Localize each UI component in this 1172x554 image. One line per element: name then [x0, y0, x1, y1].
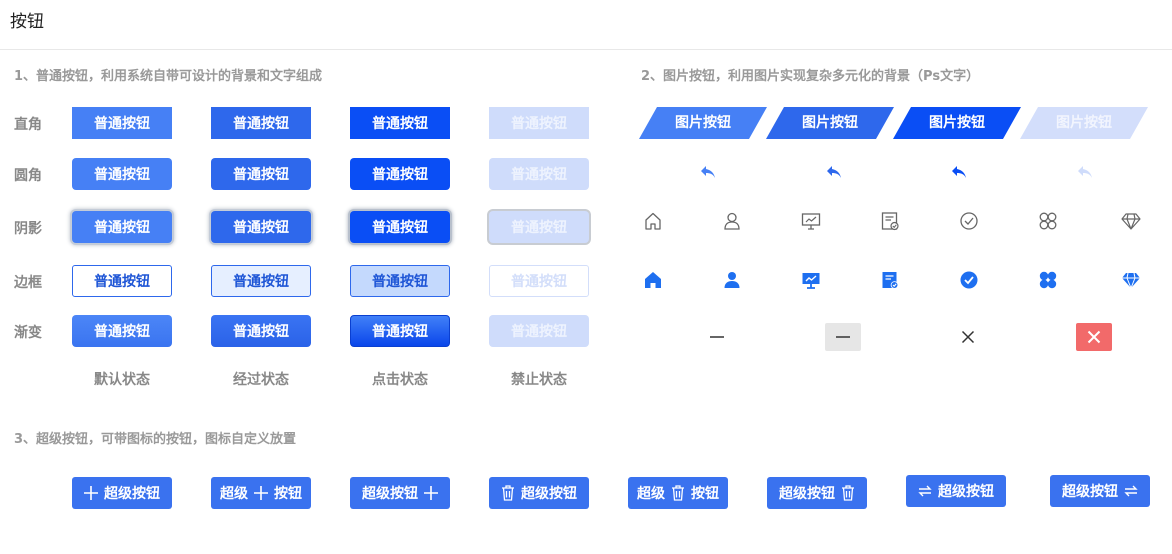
close-button-hover[interactable]: [1076, 323, 1112, 351]
gradient-button-disabled: 普通按钮: [489, 315, 589, 347]
square-button-active[interactable]: 普通按钮: [350, 107, 450, 139]
super-button-label-left: 超级: [637, 486, 665, 502]
state-label-active: 点击状态: [372, 372, 428, 388]
close-icon: [961, 330, 975, 344]
document-check-outline-icon[interactable]: [880, 211, 900, 231]
swap-icon: [918, 485, 932, 497]
swap-icon: [1124, 485, 1138, 497]
shadow-button-hover[interactable]: 普通按钮: [211, 211, 311, 243]
diamond-outline-icon[interactable]: [1121, 211, 1141, 231]
row-label-shadow: 阴影: [14, 221, 42, 237]
gradient-button-active[interactable]: 普通按钮: [350, 315, 450, 347]
super-button-plus-middle[interactable]: 超级 按钮: [211, 477, 311, 509]
image-button-label: 图片按钮: [675, 115, 731, 131]
document-check-filled-icon[interactable]: [880, 270, 900, 290]
minimize-icon: [836, 336, 850, 338]
close-icon: [1087, 330, 1101, 344]
clover-outline-icon[interactable]: [1038, 211, 1058, 231]
super-button-label: 超级按钮: [779, 486, 835, 502]
gradient-button-hover[interactable]: 普通按钮: [211, 315, 311, 347]
trash-icon: [672, 485, 684, 501]
border-button-default[interactable]: 普通按钮: [72, 265, 172, 297]
row-label-gradient: 渐变: [14, 325, 42, 341]
user-outline-icon[interactable]: [722, 211, 742, 231]
monitor-chart-filled-icon[interactable]: [801, 270, 821, 290]
rounded-button-hover[interactable]: 普通按钮: [211, 158, 311, 190]
image-button-default[interactable]: 图片按钮: [639, 107, 767, 139]
super-button-label-right: 按钮: [691, 486, 719, 502]
square-button-default[interactable]: 普通按钮: [72, 107, 172, 139]
reply-arrow-icon: [1078, 166, 1092, 178]
section2-title: 2、图片按钮，利用图片实现复杂多元化的背景（Ps文字）: [641, 69, 980, 84]
plus-icon: [84, 486, 98, 500]
super-button-trash-left[interactable]: 超级按钮: [489, 477, 589, 509]
super-button-plus-left[interactable]: 超级按钮: [72, 477, 172, 509]
shadow-button-disabled: 普通按钮: [489, 211, 589, 243]
image-button-label: 图片按钮: [929, 115, 985, 131]
super-button-label: 超级按钮: [521, 486, 577, 502]
row-label-square: 直角: [14, 117, 42, 133]
rounded-button-default[interactable]: 普通按钮: [72, 158, 172, 190]
super-button-swap-right[interactable]: 超级按钮: [1050, 475, 1150, 507]
state-label-default: 默认状态: [94, 372, 150, 388]
border-button-hover[interactable]: 普通按钮: [211, 265, 311, 297]
minimize-button[interactable]: [699, 323, 735, 351]
reply-arrow-icon[interactable]: [825, 164, 843, 180]
rounded-button-disabled: 普通按钮: [489, 158, 589, 190]
border-button-disabled: 普通按钮: [489, 265, 589, 297]
super-button-label: 超级按钮: [938, 484, 994, 500]
super-button-trash-right[interactable]: 超级按钮: [767, 477, 867, 509]
border-button-active[interactable]: 普通按钮: [350, 265, 450, 297]
user-filled-icon[interactable]: [722, 270, 742, 290]
check-circle-outline-icon[interactable]: [959, 211, 979, 231]
check-circle-filled-icon[interactable]: [959, 270, 979, 290]
minimize-icon: [710, 336, 724, 338]
plus-icon: [254, 486, 268, 500]
super-button-label: 超级按钮: [362, 486, 418, 502]
super-button-plus-right[interactable]: 超级按钮: [350, 477, 450, 509]
shadow-button-active[interactable]: 普通按钮: [350, 211, 450, 243]
trash-icon: [502, 485, 514, 501]
super-button-trash-middle[interactable]: 超级 按钮: [628, 477, 728, 509]
section3-title: 3、超级按钮，可带图标的按钮，图标自定义放置: [14, 432, 297, 447]
header-divider: [0, 49, 1172, 50]
super-button-swap-left[interactable]: 超级按钮: [906, 475, 1006, 507]
reply-arrow-icon[interactable]: [699, 164, 717, 180]
row-label-border: 边框: [14, 275, 42, 291]
close-button[interactable]: [950, 323, 986, 351]
super-button-label: 超级按钮: [1062, 484, 1118, 500]
image-button-hover[interactable]: 图片按钮: [766, 107, 894, 139]
plus-icon: [424, 486, 438, 500]
square-button-hover[interactable]: 普通按钮: [211, 107, 311, 139]
image-button-disabled: 图片按钮: [1020, 107, 1148, 139]
reply-arrow-icon[interactable]: [950, 164, 968, 180]
minimize-button-hover[interactable]: [825, 323, 861, 351]
image-button-label: 图片按钮: [1056, 115, 1112, 131]
diamond-filled-icon[interactable]: [1121, 270, 1141, 290]
section1-title: 1、普通按钮，利用系统自带可设计的背景和文字组成: [14, 69, 323, 84]
page-title: 按钮: [10, 12, 44, 32]
super-button-label-right: 按钮: [274, 486, 302, 502]
rounded-button-active[interactable]: 普通按钮: [350, 158, 450, 190]
home-outline-icon[interactable]: [643, 211, 663, 231]
gradient-button-default[interactable]: 普通按钮: [72, 315, 172, 347]
square-button-disabled: 普通按钮: [489, 107, 589, 139]
trash-icon: [842, 485, 854, 501]
home-filled-icon[interactable]: [643, 270, 663, 290]
shadow-button-default[interactable]: 普通按钮: [72, 211, 172, 243]
row-label-rounded: 圆角: [14, 168, 42, 184]
super-button-label-left: 超级: [220, 486, 248, 502]
state-label-hover: 经过状态: [233, 372, 289, 388]
state-label-disabled: 禁止状态: [511, 372, 567, 388]
clover-filled-icon[interactable]: [1038, 270, 1058, 290]
super-button-label: 超级按钮: [104, 486, 160, 502]
image-button-active[interactable]: 图片按钮: [893, 107, 1021, 139]
image-button-label: 图片按钮: [802, 115, 858, 131]
monitor-chart-outline-icon[interactable]: [801, 211, 821, 231]
